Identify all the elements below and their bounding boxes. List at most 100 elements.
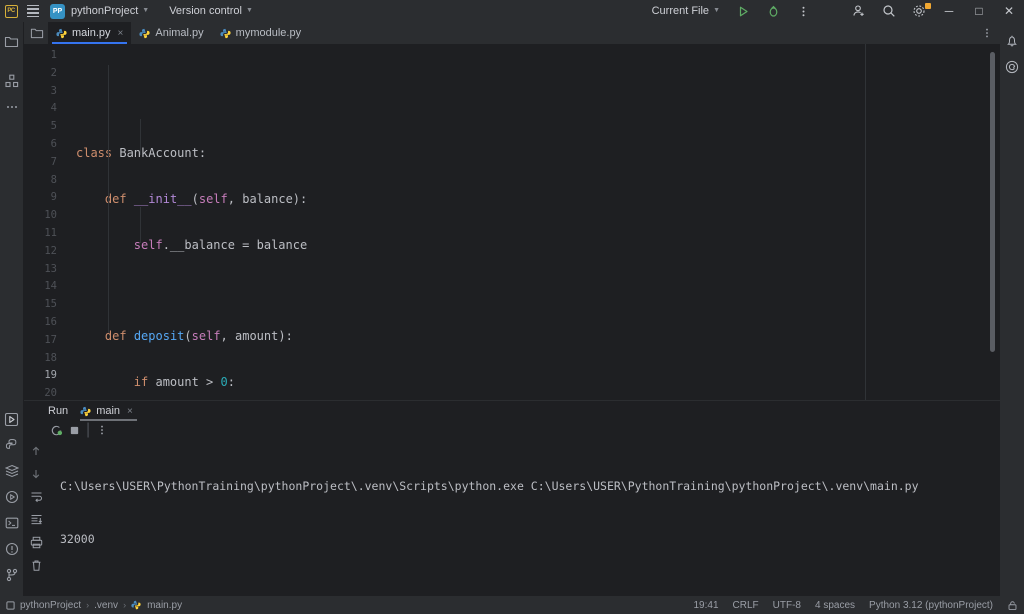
line-number: 2 [50,66,57,79]
code-line: def deposit(self, amount): [104,329,293,344]
printer-icon[interactable] [26,533,46,552]
debug-button[interactable] [758,0,788,22]
status-encoding[interactable]: UTF-8 [773,600,801,611]
services-play-circle-icon[interactable] [0,484,24,510]
add-user-icon[interactable] [844,0,874,22]
status-interpreter[interactable]: Python 3.12 (pythonProject) [869,600,993,611]
problems-warning-icon[interactable] [0,536,24,562]
editor-tab-animal-py[interactable]: Animal.py [131,22,212,44]
tab-options-icon[interactable] [978,22,996,44]
ai-assistant-icon[interactable] [1000,54,1024,80]
soft-wrap-icon[interactable] [26,487,46,506]
close-button[interactable]: ✕ [994,0,1024,22]
version-control-branch-icon[interactable] [0,562,24,588]
more-actions-icon[interactable] [788,0,818,22]
line-number: 10 [44,209,57,222]
settings-update-badge [925,3,931,9]
run-configuration-selector[interactable]: Current File [652,5,709,17]
line-number: 5 [50,120,57,133]
stop-icon[interactable] [69,425,80,436]
code-line: self.__balance = balance [133,237,308,252]
arrow-down-icon[interactable] [26,464,46,483]
indent-guide [108,65,109,333]
status-bar: pythonProject › .venv › main.py 19:41 CR… [0,596,1024,614]
run-tool-window-icon[interactable] [0,406,24,432]
editor-tab-main-py[interactable]: main.py × [48,22,132,44]
code-line: if amount > 0: [133,374,235,389]
run-button[interactable] [728,0,758,22]
terminal-icon[interactable] [0,510,24,536]
close-icon[interactable]: × [118,28,124,39]
project-badge: PP [50,3,65,19]
line-number-gutter: 1 2 3 4 5 6 7 8 9 10 11 12 13 14 15 16 1 [24,44,66,400]
line-number: 6 [50,137,57,150]
python-packages-icon[interactable] [0,432,24,458]
breadcrumb-file[interactable]: main.py [147,600,182,611]
line-number: 16 [44,315,57,328]
gear-icon[interactable] [904,0,934,22]
bell-icon[interactable] [1000,28,1024,54]
line-number: 15 [44,298,57,311]
python-icon [131,600,142,610]
line-number: 17 [44,333,57,346]
code-content[interactable]: class BankAccount: def __init__(self, ba… [66,44,1000,400]
code-editor[interactable]: 1 2 3 4 5 6 7 8 9 10 11 12 13 14 15 16 1 [24,44,1000,400]
title-bar: PC PP pythonProject ▼ Version control ▼ … [0,0,1024,22]
more-vertical-icon[interactable] [96,424,108,436]
search-icon[interactable] [874,0,904,22]
run-side-toolbar [24,439,48,596]
project-name[interactable]: pythonProject [71,5,138,17]
minimize-button[interactable]: ─ [934,0,964,22]
line-number: 14 [44,280,57,293]
code-line: class BankAccount: [76,146,207,160]
breadcrumb-folder[interactable]: .venv [94,600,118,611]
editor-tab-label: main.py [72,27,111,39]
rerun-icon[interactable] [50,424,63,437]
lock-icon[interactable] [1007,600,1018,611]
console-output[interactable]: C:\Users\USER\PythonTraining\pythonProje… [48,439,1000,596]
trash-icon[interactable] [26,556,46,575]
scroll-end-icon[interactable] [26,510,46,529]
indent-guide [140,119,141,155]
line-number: 18 [44,351,57,364]
python-icon [139,28,150,39]
python-icon [80,406,91,417]
ellipsis-icon[interactable] [0,94,24,120]
editor-tab-mymodule-py[interactable]: mymodule.py [211,22,310,44]
console-output-line: 32000 [60,531,95,546]
arrow-up-icon[interactable] [26,441,46,460]
line-number: 8 [50,173,57,186]
folder-icon[interactable] [0,28,24,54]
python-icon [56,28,67,39]
line-number: 12 [44,244,57,257]
pycharm-window: PC PP pythonProject ▼ Version control ▼ … [0,0,1024,614]
database-layers-icon[interactable] [0,458,24,484]
maximize-button[interactable]: □ [964,0,994,22]
pycharm-logo-icon[interactable]: PC [0,0,22,22]
run-panel-header: Run main × [24,401,1000,421]
status-line-separator[interactable]: CRLF [733,600,759,611]
editor-area: main.py × Animal.py mymodule.py 1 2 3 4 … [24,22,1000,596]
structure-icon[interactable] [0,68,24,94]
workspace: main.py × Animal.py mymodule.py 1 2 3 4 … [0,22,1024,596]
editor-tab-label: mymodule.py [235,27,302,39]
close-icon[interactable]: × [127,406,133,417]
breadcrumb-separator: › [86,600,90,610]
run-toolbar: | [24,421,1000,439]
editor-scrollbar[interactable] [990,52,995,352]
chevron-down-icon[interactable]: ▼ [246,7,253,14]
left-tool-stripe [0,22,24,596]
breadcrumb-project[interactable]: pythonProject [20,600,81,611]
run-tab-main[interactable]: main × [78,401,139,421]
files-folder-icon[interactable] [26,22,48,44]
chevron-down-icon[interactable]: ▼ [713,7,720,14]
main-menu-icon[interactable] [22,0,44,22]
version-control-menu[interactable]: Version control [169,5,242,17]
line-number: 4 [50,102,57,115]
python-icon [220,28,231,39]
status-indent[interactable]: 4 spaces [815,600,855,611]
chevron-down-icon[interactable]: ▼ [142,7,149,14]
line-number: 1 [50,49,57,61]
